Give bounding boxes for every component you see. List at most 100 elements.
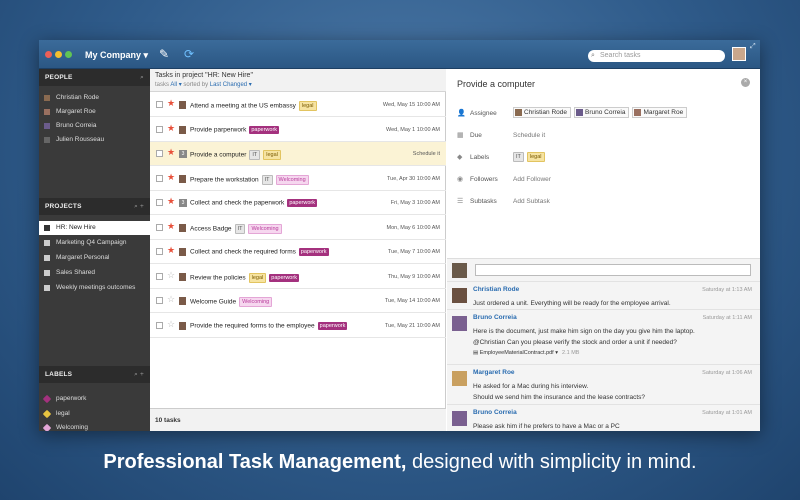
- task-checkbox[interactable]: [156, 125, 163, 133]
- notebook-icon: [44, 240, 50, 246]
- task-label-badge: paperwork: [298, 248, 329, 256]
- star-icon[interactable]: ★: [167, 197, 175, 206]
- sidebar-project[interactable]: Margaret Personal: [39, 251, 150, 265]
- task-checkbox[interactable]: [156, 199, 163, 206]
- task-checkbox[interactable]: [156, 272, 163, 280]
- task-row[interactable]: ★ Prepare the workstation IT Welcoming Tue, …: [150, 167, 446, 191]
- user-avatar[interactable]: [732, 47, 746, 61]
- task-checkbox[interactable]: [156, 174, 163, 182]
- task-label-badge: legal: [263, 150, 281, 160]
- filter-dropdown[interactable]: All ▾: [170, 82, 181, 88]
- task-due-date: Schedule it: [412, 151, 440, 157]
- projects-header: PROJECTS ⌕ +: [39, 198, 150, 215]
- tag-icon: [42, 394, 52, 404]
- task-checkbox[interactable]: [156, 248, 163, 255]
- star-icon[interactable]: ★: [167, 99, 175, 108]
- comment-author[interactable]: Christian Rode: [473, 286, 519, 293]
- sidebar-person[interactable]: Julien Rousseau: [39, 133, 150, 147]
- task-name: Prepare the workstation IT Welcoming: [190, 174, 309, 185]
- due-value[interactable]: Schedule it: [513, 132, 545, 139]
- task-detail-title[interactable]: Provide a computer: [457, 79, 535, 89]
- app-window: My Company ▾ ✎ ⟳ ⌕ Search tasks ⤢ PEOPLE ⌕…: [39, 40, 760, 431]
- detail-label-badge[interactable]: IT: [513, 152, 524, 162]
- task-row[interactable]: ★ 3 Provide a computer IT legal Schedule it: [150, 142, 446, 166]
- star-icon[interactable]: ★: [167, 172, 175, 182]
- task-row[interactable]: ★ Attend a meeting at the US embassy legal…: [150, 93, 446, 117]
- comment-input[interactable]: [475, 264, 751, 276]
- assignee-chip[interactable]: Christian Rode: [513, 107, 571, 118]
- task-row[interactable]: ★ 3 Collect and check the paperwork paperwo…: [150, 191, 446, 215]
- star-icon[interactable]: ★: [167, 246, 175, 255]
- search-input[interactable]: ⌕ Search tasks: [588, 50, 725, 62]
- star-icon[interactable]: ☆: [167, 270, 175, 280]
- assignee-chip[interactable]: Margaret Roe: [632, 107, 688, 118]
- comment: Bruno Correia Saturday at 1:01 AM Please a…: [447, 404, 760, 431]
- task-label-badge: paperwork: [249, 125, 280, 134]
- sidebar-label[interactable]: legal: [39, 407, 150, 421]
- task-row[interactable]: ☆ Provide the required forms to the emplo…: [150, 314, 446, 338]
- star-icon[interactable]: ☆: [167, 319, 175, 329]
- search-add-icon[interactable]: ⌕ +: [134, 198, 144, 215]
- tag-icon: [42, 409, 52, 418]
- fullscreen-icon[interactable]: ⤢: [750, 43, 756, 51]
- sidebar-project[interactable]: Weekly meetings outcomes: [39, 281, 150, 295]
- person-avatar: [44, 95, 50, 101]
- task-checkbox[interactable]: [156, 150, 163, 157]
- attachment[interactable]: ▤ EmployeeMaterialContract.pdf ▾ 2.1 MB: [473, 350, 579, 356]
- task-row[interactable]: ☆ Review the policies legal paperwork Thu, M…: [150, 265, 446, 289]
- task-row[interactable]: ★ Access Badge IT Welcoming Mon, May 6 10:00…: [150, 216, 446, 240]
- assignee-chip[interactable]: Bruno Correia: [574, 107, 630, 118]
- assignee-avatar: [179, 272, 186, 281]
- people-header: PEOPLE ⌕: [39, 69, 150, 86]
- comment-text: He asked for a Mac during his interview.…: [473, 383, 645, 401]
- task-row[interactable]: ★ Collect and check the required forms pap…: [150, 240, 446, 264]
- sidebar-label[interactable]: Welcoming: [39, 421, 150, 431]
- task-due-date: Tue, May 7 10:00 AM: [387, 249, 440, 255]
- comment-author[interactable]: Bruno Correia: [473, 409, 517, 416]
- star-icon[interactable]: ★: [167, 123, 175, 133]
- task-due-date: Tue, May 14 10:00 AM: [384, 298, 440, 304]
- comment-author[interactable]: Margaret Roe: [473, 369, 515, 376]
- task-checkbox[interactable]: [156, 321, 163, 329]
- sync-icon[interactable]: ⟳: [182, 47, 196, 61]
- search-add-icon[interactable]: ⌕ +: [134, 366, 144, 383]
- search-icon[interactable]: ⌕: [140, 69, 144, 86]
- detail-label-badge[interactable]: legal: [526, 152, 545, 162]
- star-icon[interactable]: ☆: [167, 295, 175, 304]
- tag-icon: [42, 423, 52, 431]
- sidebar-person[interactable]: Christian Rode: [39, 91, 150, 105]
- add-subtask-button[interactable]: Add Subtask: [513, 198, 550, 205]
- comment-time: Saturday at 1:01 AM: [702, 410, 752, 416]
- subtask-count-badge: 3: [179, 199, 187, 207]
- comment-time: Saturday at 1:11 AM: [702, 315, 752, 321]
- sort-dropdown[interactable]: Last Changed ▾: [210, 82, 252, 88]
- star-icon[interactable]: ★: [167, 221, 175, 231]
- sidebar-person[interactable]: Margaret Roe: [39, 105, 150, 119]
- sidebar-project[interactable]: Marketing Q4 Campaign: [39, 236, 150, 250]
- task-row[interactable]: ☆ Welcome Guide Welcoming Tue, May 14 10:00…: [150, 289, 446, 313]
- labels-header: LABELS ⌕ +: [39, 366, 150, 383]
- subtask-count-badge: 3: [179, 150, 187, 158]
- sidebar-person[interactable]: Bruno Correia: [39, 119, 150, 133]
- comment-author[interactable]: Bruno Correia: [473, 314, 517, 321]
- minimize-window-button[interactable]: [55, 51, 62, 58]
- task-checkbox[interactable]: [156, 101, 163, 108]
- close-icon[interactable]: ×: [741, 78, 750, 87]
- search-placeholder: Search tasks: [600, 52, 641, 59]
- sidebar-project[interactable]: Sales Shared: [39, 266, 150, 280]
- task-name: Attend a meeting at the US embassy legal: [190, 101, 317, 111]
- add-follower-button[interactable]: Add Follower: [513, 176, 551, 183]
- sidebar-label[interactable]: paperwork: [39, 392, 150, 406]
- zoom-window-button[interactable]: [65, 51, 72, 58]
- task-label-badge: Welcoming: [248, 223, 282, 234]
- assignee-avatar: [179, 125, 186, 134]
- compose-icon[interactable]: ✎: [157, 47, 171, 61]
- close-window-button[interactable]: [45, 51, 52, 58]
- sidebar-project[interactable]: HR: New Hire: [39, 221, 150, 235]
- task-name: Welcome Guide Welcoming: [190, 297, 273, 307]
- task-checkbox[interactable]: [156, 223, 163, 231]
- task-checkbox[interactable]: [156, 297, 163, 304]
- company-selector[interactable]: My Company ▾: [85, 50, 148, 61]
- star-icon[interactable]: ★: [167, 148, 175, 157]
- task-row[interactable]: ★ Provide parperwork paperwork Wed, May 1 1…: [150, 118, 446, 142]
